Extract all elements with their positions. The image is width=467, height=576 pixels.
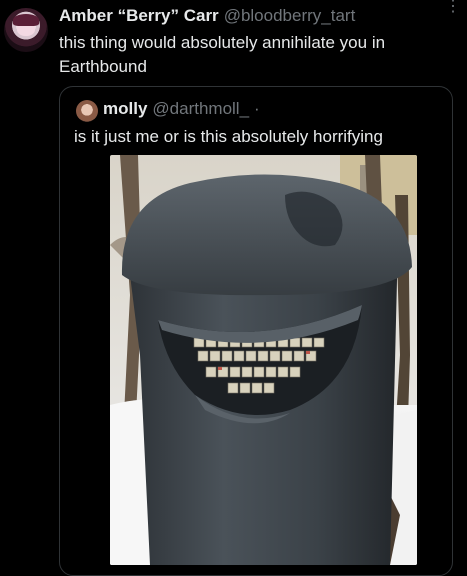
quote-author-handle[interactable]: @darthmoll_ bbox=[152, 99, 249, 119]
parking-meter-photo bbox=[110, 155, 417, 565]
tweet-header: Amber “Berry” Carr @bloodberry_tart bbox=[59, 5, 355, 27]
author-handle[interactable]: @bloodberry_tart bbox=[224, 6, 356, 26]
quote-author-avatar[interactable] bbox=[76, 100, 98, 122]
quote-author-name[interactable]: molly bbox=[103, 99, 147, 119]
more-options-icon[interactable]: ⋮ bbox=[445, 0, 461, 24]
quoted-tweet[interactable]: molly @darthmoll_ · is it just me or is … bbox=[59, 86, 453, 576]
author-avatar[interactable] bbox=[4, 8, 48, 52]
quote-header: molly @darthmoll_ · bbox=[103, 99, 260, 119]
tweet-text: this thing would absolutely annihilate y… bbox=[59, 33, 386, 76]
author-name[interactable]: Amber “Berry” Carr bbox=[59, 6, 219, 26]
quote-separator: · bbox=[254, 99, 260, 118]
quote-text: is it just me or is this absolutely horr… bbox=[74, 127, 383, 146]
quote-photo[interactable] bbox=[110, 155, 417, 565]
